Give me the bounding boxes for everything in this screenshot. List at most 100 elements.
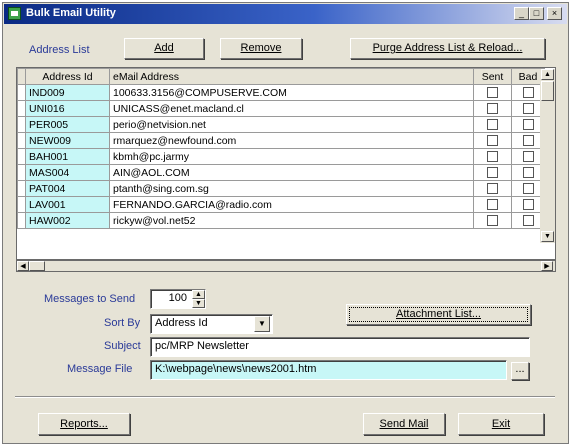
email-cell[interactable]: UNICASS@enet.macland.cl bbox=[109, 100, 474, 117]
minimize-button[interactable]: _ bbox=[514, 7, 529, 20]
sent-checkbox[interactable] bbox=[487, 119, 498, 131]
bad-checkbox[interactable] bbox=[522, 183, 534, 195]
address-id-cell[interactable]: BAH001 bbox=[25, 148, 110, 165]
address-id-cell[interactable]: MAS004 bbox=[25, 164, 110, 181]
sent-checkbox[interactable] bbox=[487, 151, 498, 163]
address-list-label: Address List bbox=[29, 44, 90, 56]
sent-checkbox[interactable] bbox=[487, 167, 498, 179]
row-selector[interactable] bbox=[17, 196, 26, 213]
column-header-sent[interactable]: Sent bbox=[473, 68, 512, 85]
table-row[interactable]: PER005 perio@netvision.net bbox=[17, 116, 545, 133]
vertical-scrollbar[interactable]: ▲ ▼ bbox=[540, 69, 555, 243]
bad-checkbox[interactable] bbox=[522, 151, 534, 163]
purge-reload-button[interactable]: Purge Address List & Reload... bbox=[350, 38, 545, 59]
bad-checkbox[interactable] bbox=[522, 103, 534, 115]
exit-button-label: Exit bbox=[491, 418, 511, 430]
remove-button-label: Remove bbox=[240, 42, 282, 54]
row-selector[interactable] bbox=[17, 132, 26, 149]
email-cell[interactable]: kbmh@pc.jarmy bbox=[109, 148, 474, 165]
bad-checkbox[interactable] bbox=[522, 167, 534, 179]
email-cell[interactable]: ptanth@sing.com.sg bbox=[109, 180, 474, 197]
scroll-left-icon[interactable]: ◀ bbox=[17, 261, 29, 271]
bad-checkbox[interactable] bbox=[522, 135, 534, 147]
reports-button-label: Reports... bbox=[60, 418, 108, 430]
sent-checkbox[interactable] bbox=[487, 199, 498, 211]
exit-button[interactable]: Exit bbox=[458, 413, 544, 435]
address-id-cell[interactable]: PAT004 bbox=[25, 180, 110, 197]
bad-checkbox[interactable] bbox=[522, 119, 534, 131]
row-selector[interactable] bbox=[17, 100, 26, 117]
email-cell[interactable]: 100633.3156@COMPUSERVE.COM bbox=[109, 84, 474, 101]
address-id-cell[interactable]: HAW002 bbox=[25, 212, 110, 229]
bad-checkbox[interactable] bbox=[522, 215, 534, 227]
row-selector-header bbox=[17, 68, 26, 85]
column-header-email[interactable]: eMail Address bbox=[109, 68, 474, 85]
sent-checkbox[interactable] bbox=[487, 215, 498, 227]
subject-field[interactable]: pc/MRP Newsletter bbox=[150, 337, 530, 357]
subject-label: Subject bbox=[104, 340, 141, 352]
row-selector[interactable] bbox=[17, 212, 26, 229]
address-id-cell[interactable]: IND009 bbox=[25, 84, 110, 101]
email-cell[interactable]: AIN@AOL.COM bbox=[109, 164, 474, 181]
close-button[interactable]: × bbox=[547, 7, 562, 20]
add-button-label: Add bbox=[154, 42, 174, 54]
sent-checkbox[interactable] bbox=[487, 135, 498, 147]
address-id-cell[interactable]: UNI016 bbox=[25, 100, 110, 117]
column-header-address-id[interactable]: Address Id bbox=[25, 68, 110, 85]
bad-checkbox[interactable] bbox=[522, 199, 534, 211]
horizontal-scrollbar[interactable]: ◀ ▶ bbox=[16, 260, 556, 272]
email-cell[interactable]: FERNANDO.GARCIA@radio.com bbox=[109, 196, 474, 213]
address-id-cell[interactable]: LAV001 bbox=[25, 196, 110, 213]
table-header-row: Address Id eMail Address Sent Bad bbox=[17, 68, 545, 85]
sort-by-value: Address Id bbox=[155, 317, 208, 329]
spin-up-icon[interactable]: ▲ bbox=[192, 290, 205, 299]
table-row[interactable]: IND009 100633.3156@COMPUSERVE.COM bbox=[17, 84, 545, 101]
scroll-thumb[interactable] bbox=[541, 81, 554, 101]
message-file-field[interactable]: K:\webpage\news\news2001.htm bbox=[150, 360, 507, 380]
table-row[interactable]: LAV001 FERNANDO.GARCIA@radio.com bbox=[17, 196, 545, 213]
email-cell[interactable]: rmarquez@newfound.com bbox=[109, 132, 474, 149]
chevron-down-icon[interactable]: ▼ bbox=[254, 316, 270, 332]
table-row[interactable]: UNI016 UNICASS@enet.macland.cl bbox=[17, 100, 545, 117]
title-bar[interactable]: Bulk Email Utility _ □ × bbox=[4, 4, 567, 24]
address-id-cell[interactable]: NEW009 bbox=[25, 132, 110, 149]
messages-spinner[interactable]: ▲ ▼ bbox=[192, 290, 205, 308]
row-selector[interactable] bbox=[17, 84, 26, 101]
row-selector[interactable] bbox=[17, 164, 26, 181]
table-row[interactable]: BAH001 kbmh@pc.jarmy bbox=[17, 148, 545, 165]
hscroll-thumb[interactable] bbox=[29, 261, 45, 271]
sent-checkbox[interactable] bbox=[487, 103, 498, 115]
table-row[interactable]: HAW002 rickyw@vol.net52 bbox=[17, 212, 545, 229]
address-grid: Address Id eMail Address Sent Bad IND009… bbox=[16, 67, 556, 260]
email-cell[interactable]: rickyw@vol.net52 bbox=[109, 212, 474, 229]
add-button[interactable]: Add bbox=[124, 38, 204, 59]
spin-down-icon[interactable]: ▼ bbox=[192, 299, 205, 308]
address-table: Address Id eMail Address Sent Bad IND009… bbox=[17, 68, 545, 229]
sent-checkbox[interactable] bbox=[487, 87, 498, 99]
address-id-cell[interactable]: PER005 bbox=[25, 116, 110, 133]
table-row[interactable]: MAS004 AIN@AOL.COM bbox=[17, 164, 545, 181]
row-selector[interactable] bbox=[17, 116, 26, 133]
scroll-up-icon[interactable]: ▲ bbox=[541, 69, 554, 80]
row-selector[interactable] bbox=[17, 180, 26, 197]
app-icon bbox=[8, 7, 21, 20]
remove-button[interactable]: Remove bbox=[220, 38, 302, 59]
sent-checkbox[interactable] bbox=[487, 183, 498, 195]
table-row[interactable]: NEW009 rmarquez@newfound.com bbox=[17, 132, 545, 149]
scroll-right-icon[interactable]: ▶ bbox=[541, 261, 553, 271]
scroll-down-icon[interactable]: ▼ bbox=[541, 231, 554, 242]
browse-file-button[interactable]: ... bbox=[511, 362, 529, 380]
reports-button[interactable]: Reports... bbox=[38, 413, 130, 435]
row-selector[interactable] bbox=[17, 148, 26, 165]
sort-by-label: Sort By bbox=[104, 317, 141, 329]
table-row[interactable]: PAT004 ptanth@sing.com.sg bbox=[17, 180, 545, 197]
email-cell[interactable]: perio@netvision.net bbox=[109, 116, 474, 133]
send-mail-button[interactable]: Send Mail bbox=[363, 413, 445, 435]
send-mail-button-label: Send Mail bbox=[379, 418, 429, 430]
bad-checkbox[interactable] bbox=[522, 87, 534, 99]
attachment-list-button[interactable]: Attachment List... bbox=[346, 304, 531, 325]
maximize-button[interactable]: □ bbox=[529, 7, 544, 20]
bulk-email-window: Bulk Email Utility _ □ × Address List Ad… bbox=[2, 2, 569, 444]
attachment-button-label: Attachment List... bbox=[396, 308, 481, 320]
purge-button-label: Purge Address List & Reload... bbox=[372, 42, 523, 54]
